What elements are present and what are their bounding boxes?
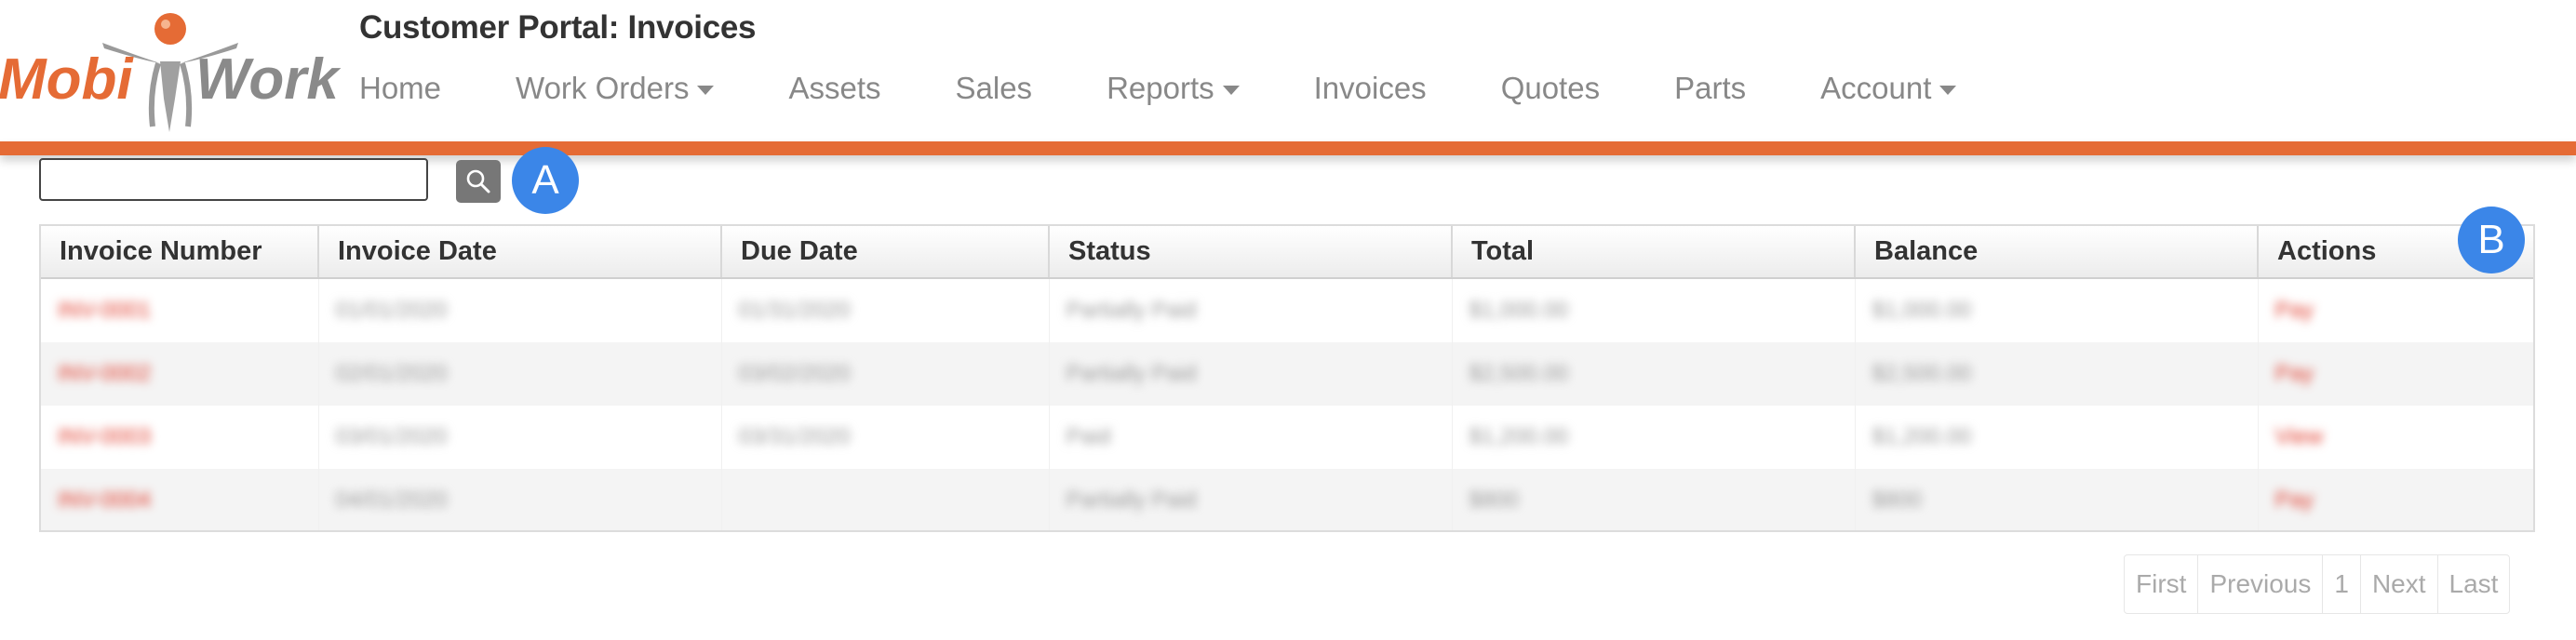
invoice-number-link[interactable]: INV-0003: [58, 424, 151, 449]
annotation-marker-a: A: [512, 147, 579, 214]
nav-assets[interactable]: Assets: [788, 71, 880, 106]
nav-work-orders[interactable]: Work Orders: [516, 71, 715, 106]
balance-cell: $1,000.00: [1872, 298, 1972, 323]
table-row: INV-0002 02/01/2020 03/02/2020 Partially…: [41, 342, 2533, 406]
nav-label: Quotes: [1500, 71, 1601, 105]
status-cell: Partially Paid: [1066, 298, 1197, 323]
due-date-cell: 03/02/2020: [738, 361, 851, 386]
balance-cell: $800: [1872, 487, 1922, 513]
due-date-cell: 03/31/2020: [738, 424, 851, 449]
caret-down-icon: [1222, 86, 1240, 95]
pagination: First Previous 1 Next Last: [2124, 554, 2511, 614]
caret-down-icon: [697, 86, 715, 95]
column-header-invoice-date[interactable]: Invoice Date: [318, 226, 722, 279]
balance-cell: $1,200.00: [1872, 424, 1972, 449]
nav-home[interactable]: Home: [359, 71, 441, 106]
page-title: Customer Portal: Invoices: [359, 9, 757, 46]
total-cell: $1,000.00: [1469, 298, 1569, 323]
total-cell: $2,500.00: [1469, 361, 1569, 386]
nav-reports[interactable]: Reports: [1107, 71, 1240, 106]
svg-text:Mobi: Mobi: [0, 47, 134, 112]
nav-label: Assets: [788, 71, 881, 105]
nav-label: Reports: [1107, 71, 1214, 105]
column-header-invoice-number[interactable]: Invoice Number: [41, 226, 319, 279]
table-header-row: Invoice Number Invoice Date Due Date Sta…: [41, 226, 2533, 279]
nav-label: Sales: [955, 71, 1033, 105]
table-row: INV-0004 04/01/2020 Partially Paid $800 …: [41, 469, 2533, 530]
annotation-marker-b: B: [2458, 207, 2525, 273]
svg-text:Work: Work: [195, 47, 342, 112]
invoices-table: Invoice Number Invoice Date Due Date Sta…: [39, 224, 2535, 532]
total-cell: $1,200.00: [1469, 424, 1569, 449]
nav-label: Work Orders: [516, 71, 690, 105]
column-header-total[interactable]: Total: [1452, 226, 1856, 279]
total-cell: $800: [1469, 487, 1519, 513]
table-row: INV-0003 03/01/2020 03/31/2020 Paid $1,2…: [41, 406, 2533, 469]
status-cell: Partially Paid: [1066, 487, 1197, 513]
nav-account[interactable]: Account: [1820, 71, 1957, 106]
nav-label: Invoices: [1313, 71, 1427, 105]
pagination-first-button[interactable]: First: [2125, 555, 2199, 613]
search-input[interactable]: [39, 158, 428, 201]
invoice-date-cell: 01/01/2020: [335, 298, 448, 323]
nav-invoices[interactable]: Invoices: [1314, 71, 1427, 106]
invoice-number-link[interactable]: INV-0004: [58, 487, 151, 513]
action-link[interactable]: Pay: [2275, 487, 2314, 513]
column-header-status[interactable]: Status: [1049, 226, 1453, 279]
nav-label: Account: [1820, 71, 1932, 105]
invoice-date-cell: 03/01/2020: [335, 424, 448, 449]
status-cell: Paid: [1066, 424, 1111, 449]
pagination-next-button[interactable]: Next: [2361, 555, 2438, 613]
nav-label: Home: [359, 71, 442, 105]
invoice-date-cell: 02/01/2020: [335, 361, 448, 386]
status-cell: Partially Paid: [1066, 361, 1197, 386]
nav-parts[interactable]: Parts: [1674, 71, 1746, 106]
header: Mobi Work Customer Portal: Invoices Home…: [0, 0, 2576, 141]
action-link[interactable]: View: [2275, 424, 2324, 449]
pagination-page-1[interactable]: 1: [2323, 555, 2361, 613]
action-link[interactable]: Pay: [2275, 361, 2314, 386]
invoice-number-link[interactable]: INV-0002: [58, 361, 151, 386]
due-date-cell: 01/31/2020: [738, 298, 851, 323]
main-nav: Home Work Orders Assets Sales Reports In…: [359, 65, 2031, 112]
nav-label: Parts: [1674, 71, 1747, 105]
pagination-last-button[interactable]: Last: [2438, 555, 2510, 613]
nav-quotes[interactable]: Quotes: [1501, 71, 1600, 106]
invoice-date-cell: 04/01/2020: [335, 487, 448, 513]
table-row: INV-0001 01/01/2020 01/31/2020 Partially…: [41, 278, 2533, 342]
header-accent-bar: [0, 141, 2576, 155]
balance-cell: $2,500.00: [1872, 361, 1972, 386]
nav-sales[interactable]: Sales: [956, 71, 1033, 106]
pagination-previous-button[interactable]: Previous: [2198, 555, 2324, 613]
search-button[interactable]: [456, 160, 501, 203]
column-header-balance[interactable]: Balance: [1855, 226, 2259, 279]
caret-down-icon: [1939, 86, 1957, 95]
search-icon: [466, 169, 490, 193]
invoice-number-link[interactable]: INV-0001: [58, 298, 151, 323]
mobiwork-logo[interactable]: Mobi Work: [0, 6, 354, 136]
action-link[interactable]: Pay: [2275, 298, 2314, 323]
column-header-due-date[interactable]: Due Date: [721, 226, 1050, 279]
